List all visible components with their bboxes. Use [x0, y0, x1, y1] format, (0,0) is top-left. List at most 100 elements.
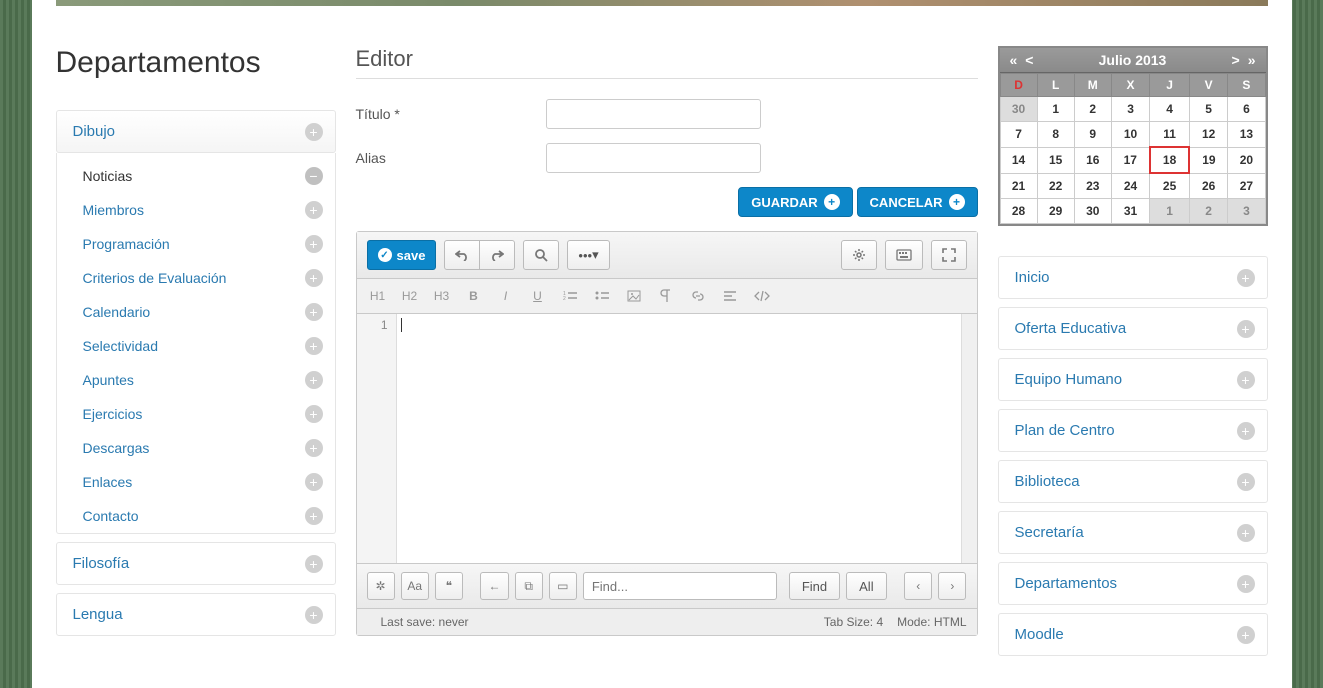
sidebar-section-filosofía[interactable]: Filosofía+: [56, 542, 336, 585]
sidebar-item-noticias[interactable]: Noticias−: [57, 159, 335, 193]
cal-day[interactable]: 8: [1037, 122, 1074, 148]
title-input[interactable]: [546, 99, 761, 129]
format-u-button[interactable]: U: [527, 285, 549, 307]
guardar-button[interactable]: GUARDAR +: [738, 187, 852, 217]
settings-button[interactable]: [841, 240, 877, 270]
cal-day[interactable]: 17: [1111, 147, 1149, 173]
undo-button[interactable]: [444, 240, 480, 270]
cal-day[interactable]: 19: [1189, 147, 1227, 173]
case-toggle[interactable]: Aa: [401, 572, 429, 600]
find-button[interactable]: Find: [789, 572, 840, 600]
cal-next-button[interactable]: >: [1228, 52, 1244, 68]
sidebar-item-ejercicios[interactable]: Ejercicios+: [57, 397, 335, 431]
cal-day[interactable]: 11: [1150, 122, 1190, 148]
scrollbar-vertical[interactable]: [961, 314, 977, 563]
find-prev-button[interactable]: ‹: [904, 572, 932, 600]
sidebar-section-lengua[interactable]: Lengua+: [56, 593, 336, 636]
search-button[interactable]: [523, 240, 559, 270]
img-button[interactable]: [623, 285, 645, 307]
cal-day[interactable]: 23: [1074, 173, 1111, 199]
rnav-item-equipo-humano[interactable]: Equipo Humano+: [998, 358, 1268, 401]
save-button[interactable]: ✓save: [367, 240, 437, 270]
format-i-button[interactable]: I: [495, 285, 517, 307]
cal-day[interactable]: 16: [1074, 147, 1111, 173]
sidebar-item-programación[interactable]: Programación+: [57, 227, 335, 261]
cal-day[interactable]: 24: [1111, 173, 1149, 199]
para-button[interactable]: [655, 285, 677, 307]
link-button[interactable]: [687, 285, 709, 307]
cal-day[interactable]: 7: [1000, 122, 1037, 148]
sidebar-item-contacto[interactable]: Contacto+: [57, 499, 335, 533]
alias-input[interactable]: [546, 143, 761, 173]
cal-day[interactable]: 2: [1189, 199, 1227, 224]
cal-day[interactable]: 31: [1111, 199, 1149, 224]
find-all-button[interactable]: All: [846, 572, 886, 600]
format-h1-button[interactable]: H1: [367, 285, 389, 307]
code-button[interactable]: [751, 285, 773, 307]
more-button[interactable]: ••• ▾: [567, 240, 609, 270]
format-b-button[interactable]: B: [463, 285, 485, 307]
cal-day[interactable]: 4: [1150, 97, 1190, 122]
cal-day[interactable]: 30: [1000, 97, 1037, 122]
sidebar-item-descargas[interactable]: Descargas+: [57, 431, 335, 465]
cal-day[interactable]: 6: [1228, 97, 1265, 122]
cal-day[interactable]: 14: [1000, 147, 1037, 173]
cal-day[interactable]: 5: [1189, 97, 1227, 122]
find-next-button[interactable]: ›: [938, 572, 966, 600]
cal-day[interactable]: 20: [1228, 147, 1265, 173]
cal-day[interactable]: 28: [1000, 199, 1037, 224]
cal-day[interactable]: 18: [1150, 147, 1190, 173]
find-input[interactable]: [583, 572, 777, 600]
cal-day[interactable]: 12: [1189, 122, 1227, 148]
cal-day[interactable]: 21: [1000, 173, 1037, 199]
align-button[interactable]: [719, 285, 741, 307]
quote-toggle[interactable]: ❝: [435, 572, 463, 600]
cal-day[interactable]: 13: [1228, 122, 1265, 148]
cal-day[interactable]: 26: [1189, 173, 1227, 199]
cal-day[interactable]: 1: [1037, 97, 1074, 122]
cal-last-button[interactable]: »: [1244, 52, 1260, 68]
cal-day[interactable]: 22: [1037, 173, 1074, 199]
sidebar-item-calendario[interactable]: Calendario+: [57, 295, 335, 329]
rnav-item-departamentos[interactable]: Departamentos+: [998, 562, 1268, 605]
sidebar-section-dibujo[interactable]: Dibujo +: [56, 110, 336, 153]
code-textarea[interactable]: [397, 314, 961, 563]
rnav-item-oferta-educativa[interactable]: Oferta Educativa+: [998, 307, 1268, 350]
fullscreen-button[interactable]: [931, 240, 967, 270]
selection-toggle[interactable]: ▭: [549, 572, 577, 600]
ul-button[interactable]: [591, 285, 613, 307]
keyboard-button[interactable]: [885, 240, 923, 270]
rnav-item-secretaría[interactable]: Secretaría+: [998, 511, 1268, 554]
cal-day[interactable]: 27: [1228, 173, 1265, 199]
cal-day[interactable]: 3: [1228, 199, 1265, 224]
prev-match-button[interactable]: ←: [480, 572, 508, 600]
plus-icon: +: [305, 606, 323, 624]
sidebar-item-criterios-de-evaluación[interactable]: Criterios de Evaluación+: [57, 261, 335, 295]
cal-day[interactable]: 2: [1074, 97, 1111, 122]
cal-day[interactable]: 1: [1150, 199, 1190, 224]
sidebar-item-apuntes[interactable]: Apuntes+: [57, 363, 335, 397]
cancelar-button[interactable]: CANCELAR +: [857, 187, 978, 217]
cal-day[interactable]: 29: [1037, 199, 1074, 224]
redo-button[interactable]: [480, 240, 515, 270]
cal-day[interactable]: 10: [1111, 122, 1149, 148]
rnav-item-inicio[interactable]: Inicio+: [998, 256, 1268, 299]
rnav-item-biblioteca[interactable]: Biblioteca+: [998, 460, 1268, 503]
ol-button[interactable]: 12: [559, 285, 581, 307]
cal-day[interactable]: 25: [1150, 173, 1190, 199]
cal-day[interactable]: 30: [1074, 199, 1111, 224]
sidebar-item-miembros[interactable]: Miembros+: [57, 193, 335, 227]
link-toggle[interactable]: ⧉: [515, 572, 543, 600]
cal-day[interactable]: 15: [1037, 147, 1074, 173]
rnav-item-plan-de-centro[interactable]: Plan de Centro+: [998, 409, 1268, 452]
rnav-item-moodle[interactable]: Moodle+: [998, 613, 1268, 656]
regex-toggle[interactable]: ✲: [367, 572, 395, 600]
sidebar-item-enlaces[interactable]: Enlaces+: [57, 465, 335, 499]
cal-first-button[interactable]: «: [1006, 52, 1022, 68]
sidebar-item-selectividad[interactable]: Selectividad+: [57, 329, 335, 363]
format-h3-button[interactable]: H3: [431, 285, 453, 307]
format-h2-button[interactable]: H2: [399, 285, 421, 307]
cal-day[interactable]: 9: [1074, 122, 1111, 148]
cal-prev-button[interactable]: <: [1021, 52, 1037, 68]
cal-day[interactable]: 3: [1111, 97, 1149, 122]
